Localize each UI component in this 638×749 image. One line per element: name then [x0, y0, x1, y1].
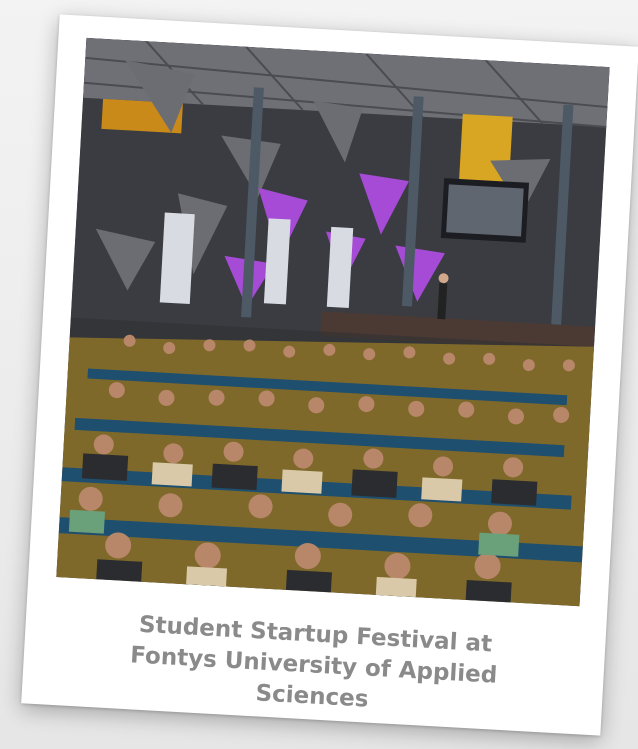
event-photo-illustration — [56, 37, 610, 607]
polaroid-card: Student Startup Festival at Fontys Unive… — [21, 14, 638, 736]
photo-caption: Student Startup Festival at Fontys Unive… — [62, 606, 566, 727]
event-photo — [56, 37, 610, 607]
